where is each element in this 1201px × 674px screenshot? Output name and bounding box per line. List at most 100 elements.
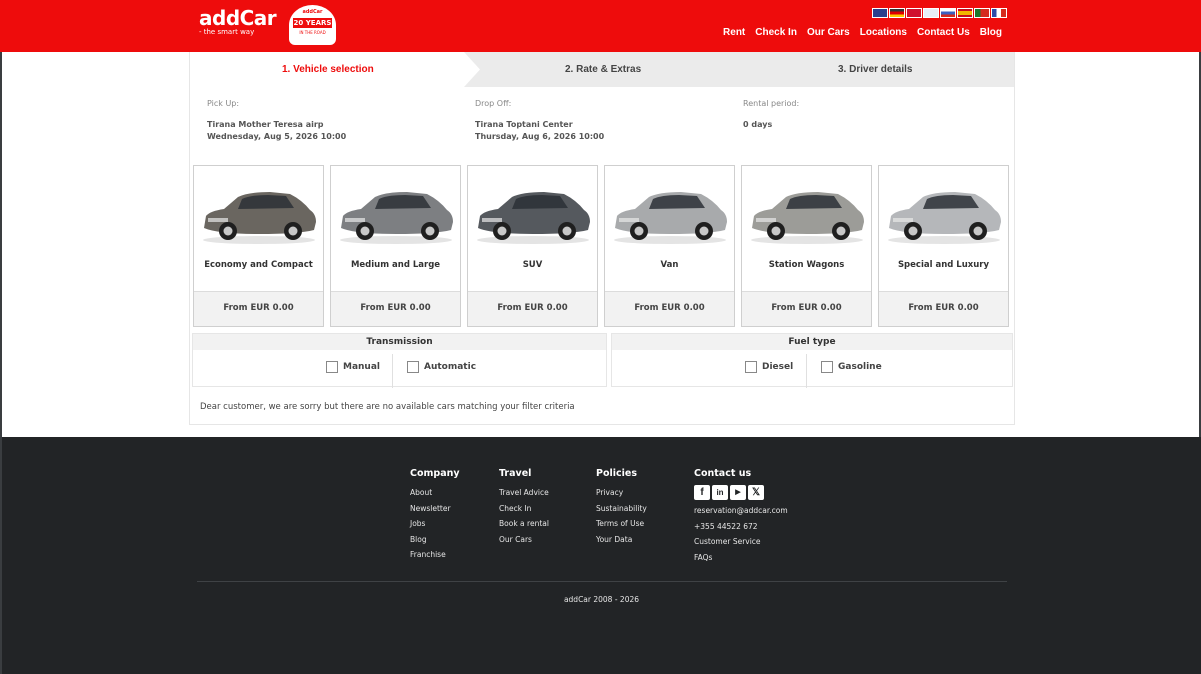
fuel-type-title: Fuel type <box>612 334 1012 350</box>
footer-contact-title: Contact us <box>694 468 752 479</box>
vehicle-category-card[interactable]: Station Wagons From EUR 0.00 <box>741 165 872 327</box>
category-price[interactable]: From EUR 0.00 <box>605 291 734 326</box>
anniversary-badge: addCar 20 YEARS IN THE ROAD <box>289 5 336 45</box>
category-name: Van <box>660 260 679 270</box>
footer-policies-title: Policies <box>596 468 637 479</box>
booking-panel: 1. Vehicle selection 2. Rate & Extras 3.… <box>189 52 1015 425</box>
footer-link[interactable]: Blog <box>410 532 460 548</box>
footer-link[interactable]: Travel Advice <box>499 485 549 501</box>
vehicle-category-card[interactable]: Van From EUR 0.00 <box>604 165 735 327</box>
booking-steps: 1. Vehicle selection 2. Rate & Extras 3.… <box>190 52 1014 87</box>
footer-link[interactable]: Terms of Use <box>596 516 647 532</box>
footer-link[interactable]: Jobs <box>410 516 460 532</box>
spain-flag-icon[interactable] <box>957 8 973 18</box>
footer-travel-title: Travel <box>499 468 532 479</box>
manual-checkbox[interactable] <box>326 361 338 373</box>
category-price[interactable]: From EUR 0.00 <box>742 291 871 326</box>
pickup-date: Wednesday, Aug 5, 2026 10:00 <box>207 132 347 141</box>
social-links: f in ▶ 𝕏 <box>694 485 788 500</box>
fuel-type-filter: Fuel type Diesel Gasoline <box>611 333 1013 388</box>
copyright: addCar 2008 - 2026 <box>563 595 640 604</box>
dropoff-info: Drop Off: Tirana Toptani Center Thursday… <box>475 99 604 143</box>
category-name: Station Wagons <box>768 260 845 270</box>
footer-company-title: Company <box>410 468 460 479</box>
nav-rent[interactable]: Rent <box>723 27 745 38</box>
car-image <box>614 192 727 244</box>
category-price[interactable]: From EUR 0.00 <box>879 291 1008 326</box>
rental-period-value: 0 days <box>743 120 773 129</box>
manual-option[interactable]: Manual <box>326 361 380 373</box>
transmission-title: Transmission <box>193 334 606 350</box>
no-results-notice: Dear customer, we are sorry but there ar… <box>200 402 575 412</box>
vehicle-category-card[interactable]: SUV From EUR 0.00 <box>467 165 598 327</box>
vehicle-category-card[interactable]: Medium and Large From EUR 0.00 <box>330 165 461 327</box>
russia-flag-icon[interactable] <box>940 8 956 18</box>
footer-travel: Travel Travel Advice Check In Book a ren… <box>499 468 549 547</box>
uk-flag-icon[interactable] <box>872 8 888 18</box>
category-name: Economy and Compact <box>204 260 313 270</box>
nav-our-cars[interactable]: Our Cars <box>807 27 850 38</box>
dropoff-label: Drop Off: <box>475 99 512 108</box>
car-image <box>203 192 316 244</box>
rental-period-info: Rental period: 0 days <box>743 99 799 131</box>
step-rate-extras[interactable]: 2. Rate & Extras <box>565 64 641 75</box>
linkedin-icon[interactable]: in <box>712 485 728 500</box>
category-price[interactable]: From EUR 0.00 <box>331 291 460 326</box>
vehicle-category-card[interactable]: Special and Luxury From EUR 0.00 <box>878 165 1009 327</box>
footer-link[interactable]: Customer Service <box>694 534 788 550</box>
x-icon[interactable]: 𝕏 <box>748 485 764 500</box>
footer-link[interactable]: About <box>410 485 460 501</box>
facebook-icon[interactable]: f <box>694 485 710 500</box>
car-image <box>340 192 453 244</box>
gasoline-checkbox[interactable] <box>821 361 833 373</box>
option-divider <box>392 354 393 388</box>
step-driver-details[interactable]: 3. Driver details <box>838 64 912 75</box>
footer-link[interactable]: Sustainability <box>596 501 647 517</box>
footer-link[interactable]: Our Cars <box>499 532 549 548</box>
automatic-label: Automatic <box>424 362 477 372</box>
automatic-checkbox[interactable] <box>407 361 419 373</box>
footer-policies: Policies Privacy Sustainability Terms of… <box>596 468 647 547</box>
france-flag-icon[interactable] <box>991 8 1007 18</box>
addcar-logo[interactable]: addCar - the smart way <box>199 6 277 36</box>
vehicle-categories: Economy and Compact From EUR 0.00 Medium a… <box>193 165 1009 327</box>
nav-locations[interactable]: Locations <box>860 27 907 38</box>
footer-link[interactable]: Check In <box>499 501 549 517</box>
step-vehicle-selection[interactable]: 1. Vehicle selection <box>282 64 374 75</box>
germany-flag-icon[interactable] <box>889 8 905 18</box>
category-price[interactable]: From EUR 0.00 <box>468 291 597 326</box>
category-name: Special and Luxury <box>897 260 990 270</box>
vehicle-category-card[interactable]: Economy and Compact From EUR 0.00 <box>193 165 324 327</box>
badge-years: 20 YEARS <box>293 18 332 28</box>
option-divider <box>806 354 807 388</box>
youtube-icon[interactable]: ▶ <box>730 485 746 500</box>
footer-link[interactable]: Privacy <box>596 485 647 501</box>
nav-check-in[interactable]: Check In <box>755 27 797 38</box>
gasoline-option[interactable]: Gasoline <box>821 361 882 373</box>
portugal-flag-icon[interactable] <box>974 8 990 18</box>
pickup-label: Pick Up: <box>207 99 240 108</box>
category-name: SUV <box>522 260 543 270</box>
rental-period-label: Rental period: <box>743 99 800 108</box>
footer-link[interactable]: Franchise <box>410 547 460 563</box>
logo-text: addCar <box>199 6 277 30</box>
category-price[interactable]: From EUR 0.00 <box>194 291 323 326</box>
footer-link[interactable]: Newsletter <box>410 501 460 517</box>
denmark-flag-icon[interactable] <box>906 8 922 18</box>
contact-email[interactable]: reservation@addcar.com <box>694 503 788 519</box>
finland-flag-icon[interactable] <box>923 8 939 18</box>
contact-phone[interactable]: +355 44522 672 <box>694 519 788 535</box>
automatic-option[interactable]: Automatic <box>407 361 476 373</box>
pickup-info: Pick Up: Tirana Mother Teresa airp Wedne… <box>207 99 346 143</box>
footer-link[interactable]: Your Data <box>596 532 647 548</box>
nav-blog[interactable]: Blog <box>980 27 1002 38</box>
dropoff-location: Tirana Toptani Center <box>475 120 573 129</box>
diesel-option[interactable]: Diesel <box>745 361 793 373</box>
footer-link[interactable]: Book a rental <box>499 516 549 532</box>
nav-contact-us[interactable]: Contact Us <box>917 27 970 38</box>
footer-link[interactable]: FAQs <box>694 550 788 566</box>
car-image <box>888 192 1001 244</box>
manual-label: Manual <box>343 362 381 372</box>
pickup-location: Tirana Mother Teresa airp <box>207 120 324 129</box>
diesel-checkbox[interactable] <box>745 361 757 373</box>
